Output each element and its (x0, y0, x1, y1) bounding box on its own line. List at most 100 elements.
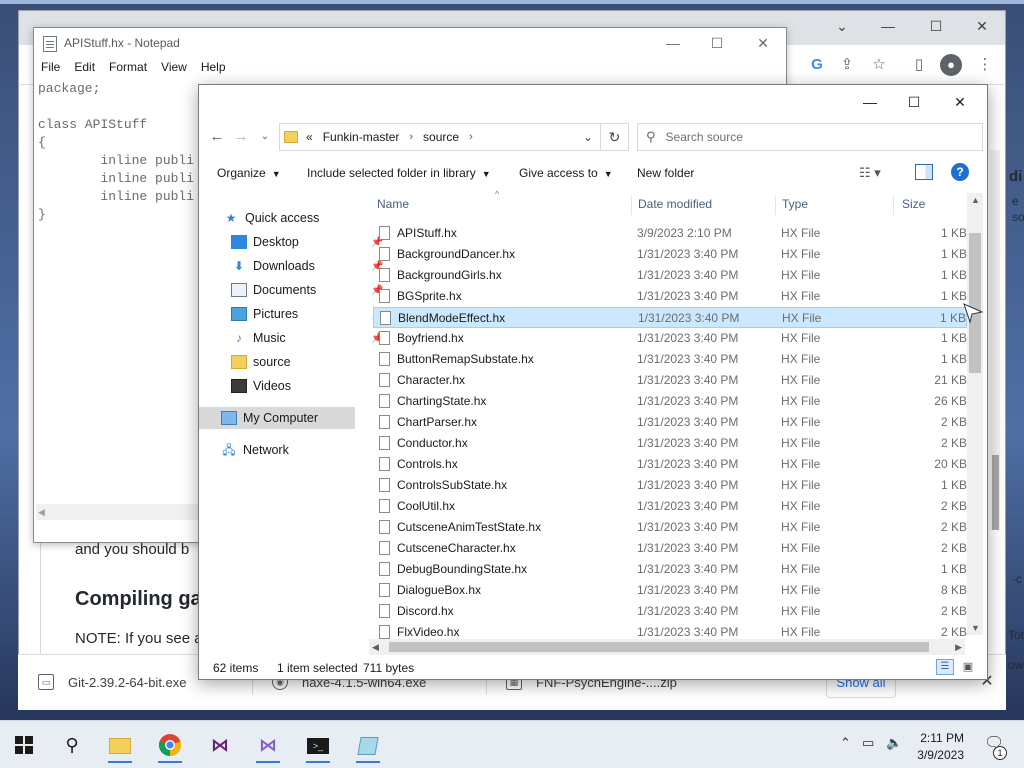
close-icon[interactable]: ✕ (740, 28, 786, 58)
maximize-icon[interactable]: ☐ (913, 11, 959, 41)
back-arrow-icon[interactable]: ← (205, 125, 229, 149)
nav-item-source[interactable]: source (231, 351, 291, 373)
file-row[interactable]: ChartParser.hx 1/31/2023 3:40 PM HX File 2 … (373, 412, 967, 433)
large-icons-view-icon[interactable]: ▣ (959, 659, 977, 675)
file-row[interactable]: Character.hx 1/31/2023 3:40 PM HX File 21 K… (373, 370, 967, 391)
chevron-down-icon[interactable]: ⌄ (576, 130, 600, 144)
browser-scrollbar-thumb[interactable] (992, 455, 999, 530)
file-row[interactable]: ButtonRemapSubstate.hx 1/31/2023 3:40 PM H… (373, 349, 967, 370)
kebab-menu-icon[interactable]: ⋮ (971, 51, 999, 79)
help-icon[interactable]: ? (951, 163, 969, 181)
preview-pane-icon[interactable] (915, 164, 933, 180)
nav-item-desktop[interactable]: Desktop 📌 (231, 231, 387, 253)
command-prompt-taskbar-icon[interactable]: >_ (298, 727, 338, 763)
volume-icon[interactable]: 🔈 (886, 735, 902, 751)
clock-time[interactable]: 2:11 PM (914, 731, 964, 745)
file-row[interactable]: BackgroundDancer.hx 1/31/2023 3:40 PM HX F… (373, 244, 967, 265)
notepad-titlebar[interactable]: APIStuff.hx - Notepad — ☐ ✕ (34, 28, 786, 58)
refresh-icon[interactable]: ↻ (601, 123, 629, 151)
file-row[interactable]: DebugBoundingState.hx 1/31/2023 3:40 PM HX… (373, 559, 967, 580)
notepad-text-area[interactable]: package; class APIStuff { inline publi inl… (38, 80, 198, 224)
breadcrumb-prefix[interactable]: « (306, 130, 313, 144)
network-icon[interactable]: ▭ (862, 735, 874, 751)
nav-item-music[interactable]: ♪ Music 📌 (231, 327, 387, 349)
nav-item-downloads[interactable]: ⬇ Downloads 📌 (231, 255, 387, 277)
explorer-titlebar[interactable]: — ☐ ✕ (199, 85, 987, 119)
column-separator[interactable] (893, 195, 894, 215)
bookmark-star-icon[interactable]: ☆ (865, 51, 893, 79)
file-row[interactable]: CutsceneAnimTestState.hx 1/31/2023 3:40 P… (373, 517, 967, 538)
chevron-up-icon[interactable]: ⌃ (840, 735, 851, 751)
file-row[interactable]: ControlsSubState.hx 1/31/2023 3:40 PM HX F… (373, 475, 967, 496)
column-header-size[interactable]: Size (902, 197, 925, 211)
column-separator[interactable] (631, 195, 632, 215)
column-separator[interactable] (775, 195, 776, 215)
nav-item-pictures[interactable]: Pictures📌 (231, 303, 387, 325)
windows-start-icon[interactable] (4, 727, 44, 763)
file-row[interactable]: Discord.hx 1/31/2023 3:40 PM HX File 2 KB (373, 601, 967, 622)
include-in-library-button[interactable]: Include selected folder in library ▼ (307, 166, 491, 180)
nav-item-my-computer[interactable]: My Computer (199, 407, 355, 429)
chevron-down-icon[interactable]: ⌄ (253, 125, 277, 149)
menu-file[interactable]: File (34, 58, 67, 78)
search-box[interactable]: ⚲ Search source (637, 123, 983, 151)
file-row[interactable]: BGSprite.hx 1/31/2023 3:40 PM HX File 1 KB (373, 286, 967, 307)
details-view-icon[interactable]: ☰ (936, 659, 954, 675)
file-list-horizontal-scroll-thumb[interactable] (389, 642, 929, 652)
menu-edit[interactable]: Edit (67, 58, 102, 78)
maximize-icon[interactable]: ☐ (694, 28, 740, 58)
file-row[interactable]: DialogueBox.hx 1/31/2023 3:40 PM HX File 8 … (373, 580, 967, 601)
file-row[interactable]: APIStuff.hx 3/9/2023 2:10 PM HX File 1 KB (373, 223, 967, 244)
nav-item-documents[interactable]: Documents 📌 (231, 279, 387, 301)
search-icon[interactable]: ⚲ (52, 727, 92, 763)
minimize-icon[interactable]: — (650, 28, 696, 58)
breadcrumb-source[interactable]: source (423, 130, 459, 144)
change-view-icon[interactable]: ☷ ▾ (859, 165, 881, 181)
organize-button[interactable]: Organize ▼ (217, 166, 281, 180)
scroll-right-arrow-icon[interactable]: ▶ (955, 642, 962, 653)
file-row[interactable]: Boyfriend.hx 1/31/2023 3:40 PM HX File 1 KB (373, 328, 967, 349)
share-icon[interactable]: ⇪ (833, 51, 861, 79)
file-row[interactable]: Conductor.hx 1/31/2023 3:40 PM HX File 2 KB (373, 433, 967, 454)
chevron-right-icon[interactable]: › (409, 131, 413, 143)
clock-date[interactable]: 3/9/2023 (906, 748, 964, 762)
new-folder-button[interactable]: New folder (637, 166, 694, 180)
file-row[interactable]: BackgroundGirls.hx 1/31/2023 3:40 PM HX Fi… (373, 265, 967, 286)
file-row[interactable]: ChartingState.hx 1/31/2023 3:40 PM HX File… (373, 391, 967, 412)
nav-item-videos[interactable]: Videos (231, 375, 291, 397)
column-header-name[interactable]: Name (377, 197, 409, 211)
file-row[interactable]: CoolUtil.hx 1/31/2023 3:40 PM HX File 2 KB (373, 496, 967, 517)
file-row[interactable]: Controls.hx 1/31/2023 3:40 PM HX File 20 KB (373, 454, 967, 475)
scroll-down-arrow-icon[interactable]: ▼ (971, 623, 980, 633)
menu-format[interactable]: Format (102, 58, 154, 78)
minimize-icon[interactable]: — (847, 87, 893, 117)
side-panel-icon[interactable]: ▯ (905, 51, 933, 79)
breadcrumb-funkin-master[interactable]: Funkin-master (323, 130, 400, 144)
close-icon[interactable]: ✕ (937, 87, 983, 117)
scroll-up-arrow-icon[interactable]: ▲ (971, 195, 980, 205)
chevron-right-icon[interactable]: › (469, 131, 473, 143)
chevron-left-icon[interactable]: ◀ (38, 504, 45, 520)
column-header-type[interactable]: Type (782, 197, 808, 211)
file-explorer-taskbar-icon[interactable] (100, 727, 140, 763)
visual-studio-taskbar-icon[interactable]: ⋈ (200, 727, 240, 763)
file-row[interactable]: CutsceneCharacter.hx 1/31/2023 3:40 PM HX … (373, 538, 967, 559)
visual-studio-installer-taskbar-icon[interactable]: ⋈ (248, 727, 288, 763)
menu-help[interactable]: Help (194, 58, 233, 78)
column-header-date[interactable]: Date modified (638, 197, 712, 211)
minimize-icon[interactable]: — (865, 11, 911, 41)
chrome-taskbar-icon[interactable] (150, 727, 190, 763)
profile-avatar[interactable]: ● (937, 51, 965, 79)
close-icon[interactable]: ✕ (959, 11, 1005, 41)
notepad-taskbar-icon[interactable] (348, 727, 388, 763)
menu-view[interactable]: View (154, 58, 194, 78)
address-bar[interactable]: « Funkin-master › source › ⌄ (279, 123, 601, 151)
maximize-icon[interactable]: ☐ (891, 87, 937, 117)
nav-item-network[interactable]: 🖧 Network (221, 439, 289, 461)
give-access-button[interactable]: Give access to ▼ (519, 166, 613, 180)
scroll-left-arrow-icon[interactable]: ◀ (372, 642, 379, 653)
file-row[interactable]: BlendModeEffect.hx 1/31/2023 3:40 PM HX Fi… (373, 307, 967, 328)
google-icon[interactable]: G (803, 51, 831, 79)
forward-arrow-icon[interactable]: → (229, 125, 253, 149)
chevron-down-icon[interactable]: ⌄ (819, 11, 865, 41)
